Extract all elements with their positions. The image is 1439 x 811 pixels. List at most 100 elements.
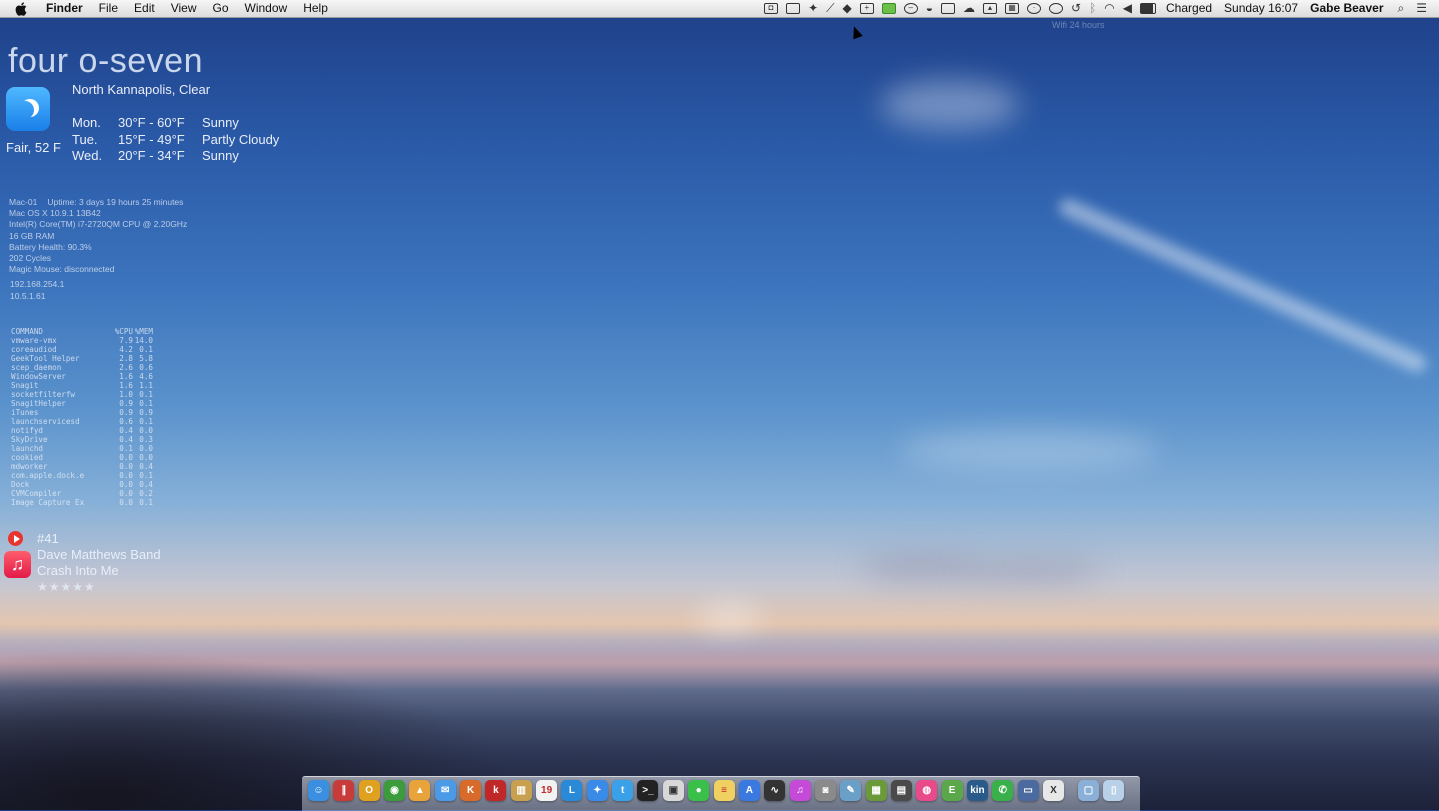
dock-parallels-icon[interactable]: ∥ — [333, 780, 355, 801]
dock-kindle-icon[interactable]: kin — [966, 780, 988, 801]
process-row: launchd 0.1 0.0 — [11, 444, 153, 453]
menu-finder[interactable]: Finder — [38, 0, 91, 17]
cloud-icon[interactable]: ☁ — [963, 2, 975, 14]
mouse-status: Magic Mouse: disconnected — [9, 264, 115, 275]
feather-icon[interactable]: ⟋ — [826, 2, 834, 14]
dock-geektool-icon[interactable]: ▤ — [890, 780, 912, 801]
dock-messages-icon[interactable]: ● — [688, 780, 710, 801]
dock-activity-monitor-icon[interactable]: ∿ — [764, 780, 786, 801]
forecast-temp: 15°F - 49°F — [118, 131, 185, 147]
chat-icon[interactable] — [1049, 3, 1064, 14]
menu-go[interactable]: Go — [205, 0, 237, 17]
dock-k-app-icon[interactable]: k — [485, 780, 507, 801]
battery-icon[interactable] — [1140, 3, 1157, 14]
camera-icon[interactable]: ◘ — [764, 3, 779, 14]
dropbox-icon[interactable]: ◆ — [843, 2, 852, 14]
process-name: com.apple.dock.e — [11, 471, 85, 480]
process-mem: 0.0 — [139, 426, 153, 435]
process-mem: 5.8 — [139, 354, 153, 363]
menu-window[interactable]: Window — [237, 0, 296, 17]
process-cpu: 0.0 — [119, 489, 133, 498]
process-name: socketfilterfw — [11, 390, 76, 399]
screen-icon[interactable] — [786, 3, 801, 14]
wifi-icon[interactable]: ◠ — [1104, 2, 1114, 14]
dock-archive-icon[interactable]: ▥ — [510, 780, 532, 801]
dock-mail-icon[interactable]: ✉ — [434, 780, 456, 801]
process-table: COMMAND %CPU %MEM vmware-vmx 7.9 14.0 corea… — [11, 327, 153, 507]
menu-view[interactable]: View — [163, 0, 205, 17]
moon-icon — [6, 87, 50, 131]
dock-itunes-icon[interactable]: ♫ — [789, 780, 811, 801]
battery-status[interactable]: Charged — [1160, 0, 1218, 17]
dock-vmware-icon[interactable]: ▭ — [1017, 780, 1039, 801]
process-mem: 0.4 — [139, 462, 153, 471]
cloud — [880, 80, 1020, 130]
menu-file[interactable]: File — [91, 0, 126, 17]
forecast-day: Mon. — [72, 115, 101, 130]
notification-center-icon[interactable]: ☰ — [1416, 2, 1427, 14]
process-cpu: 0.6 — [119, 417, 133, 426]
process-row: GeekTool Helper 2.8 5.8 — [11, 354, 153, 363]
copy-icon[interactable] — [941, 3, 956, 14]
system-info: Mac-01 Uptime: 3 days 19 hours 25 minutes… — [9, 197, 187, 275]
dock-finder-icon[interactable]: ☺ — [308, 780, 329, 801]
dock-safari-icon[interactable]: ✦ — [586, 780, 608, 801]
dock-chrome-icon[interactable]: ◉ — [384, 780, 406, 801]
spotlight-icon[interactable]: ⌕ — [1398, 2, 1405, 14]
dock-skitch-icon[interactable]: ✎ — [840, 780, 862, 801]
timemachine-icon[interactable]: ↺ — [1071, 2, 1081, 14]
apple-icon[interactable] — [14, 1, 28, 16]
dock-opera-icon[interactable]: O — [358, 780, 380, 801]
dock-terminal-icon[interactable]: >_ — [637, 780, 659, 801]
dock-applications-folder-icon[interactable]: ▢ — [1077, 780, 1099, 801]
forecast-day: Wed. — [72, 148, 103, 163]
bluetooth-icon[interactable]: ᛒ — [1089, 2, 1096, 14]
dock-twitter-icon[interactable]: t — [612, 780, 634, 801]
keyboard-icon[interactable]: ▦ — [1005, 3, 1020, 14]
dock-image-capture-icon[interactable]: ◙ — [814, 780, 836, 801]
process-row: vmware-vmx 7.9 14.0 — [11, 336, 153, 345]
dock-preview-icon[interactable]: ▣ — [662, 780, 684, 801]
menubar-clock[interactable]: Sunday 16:07 — [1218, 0, 1304, 17]
dock-minecraft-icon[interactable]: ▦ — [865, 780, 887, 801]
process-cpu: 1.6 — [119, 381, 133, 390]
dock-vlc-icon[interactable]: ▲ — [409, 780, 431, 801]
process-mem: 0.6 — [139, 363, 153, 372]
col-command: COMMAND — [11, 327, 44, 336]
process-row: notifyd 0.4 0.0 — [11, 426, 153, 435]
process-cpu: 0.4 — [119, 426, 133, 435]
dock-lync-icon[interactable]: L — [561, 780, 583, 801]
process-name: cookied — [11, 453, 44, 462]
dock-evernote-icon[interactable]: E — [941, 780, 963, 801]
dock-calendar-icon[interactable]: 19 — [536, 780, 558, 801]
dock-color-picker-icon[interactable]: ◍ — [916, 780, 938, 801]
menu-edit[interactable]: Edit — [126, 0, 163, 17]
process-cpu: 0.0 — [119, 498, 133, 507]
process-mem: 4.6 — [139, 372, 153, 381]
process-name: mdworker — [11, 462, 48, 471]
circle-icon[interactable]: – — [903, 3, 918, 14]
process-cpu: 0.0 — [119, 462, 133, 471]
volume-icon[interactable]: ◀ — [1123, 2, 1132, 14]
clock-icon[interactable]: · — [1027, 3, 1042, 14]
menu-help[interactable]: Help — [295, 0, 336, 17]
shield-icon[interactable]: + — [859, 3, 874, 14]
dock-app-store-icon[interactable]: A — [738, 780, 760, 801]
dock-facetime-icon[interactable]: ✆ — [992, 780, 1014, 801]
helmet-icon[interactable]: ◒ — [926, 2, 933, 14]
cloud — [960, 560, 1100, 582]
airplay-icon[interactable]: ▴ — [983, 3, 998, 14]
dock-kindle-reader-icon[interactable]: K — [460, 780, 482, 801]
forecast-temp: 30°F - 60°F — [118, 115, 185, 130]
process-row: Snagit 1.6 1.1 — [11, 381, 153, 390]
process-mem: 0.9 — [139, 408, 153, 417]
evernote-icon[interactable] — [881, 3, 896, 14]
process-name: Dock — [11, 480, 30, 489]
dock-trash-icon[interactable]: ▯ — [1103, 780, 1125, 801]
process-cpu: 0.4 — [119, 435, 133, 444]
dock-notes-icon[interactable]: ≡ — [713, 780, 735, 801]
user-menu[interactable]: Gabe Beaver — [1304, 0, 1389, 17]
twitter-icon[interactable]: ✦ — [808, 2, 818, 14]
process-name: launchservicesd — [11, 417, 80, 426]
dock-x-app-icon[interactable]: X — [1042, 780, 1064, 801]
